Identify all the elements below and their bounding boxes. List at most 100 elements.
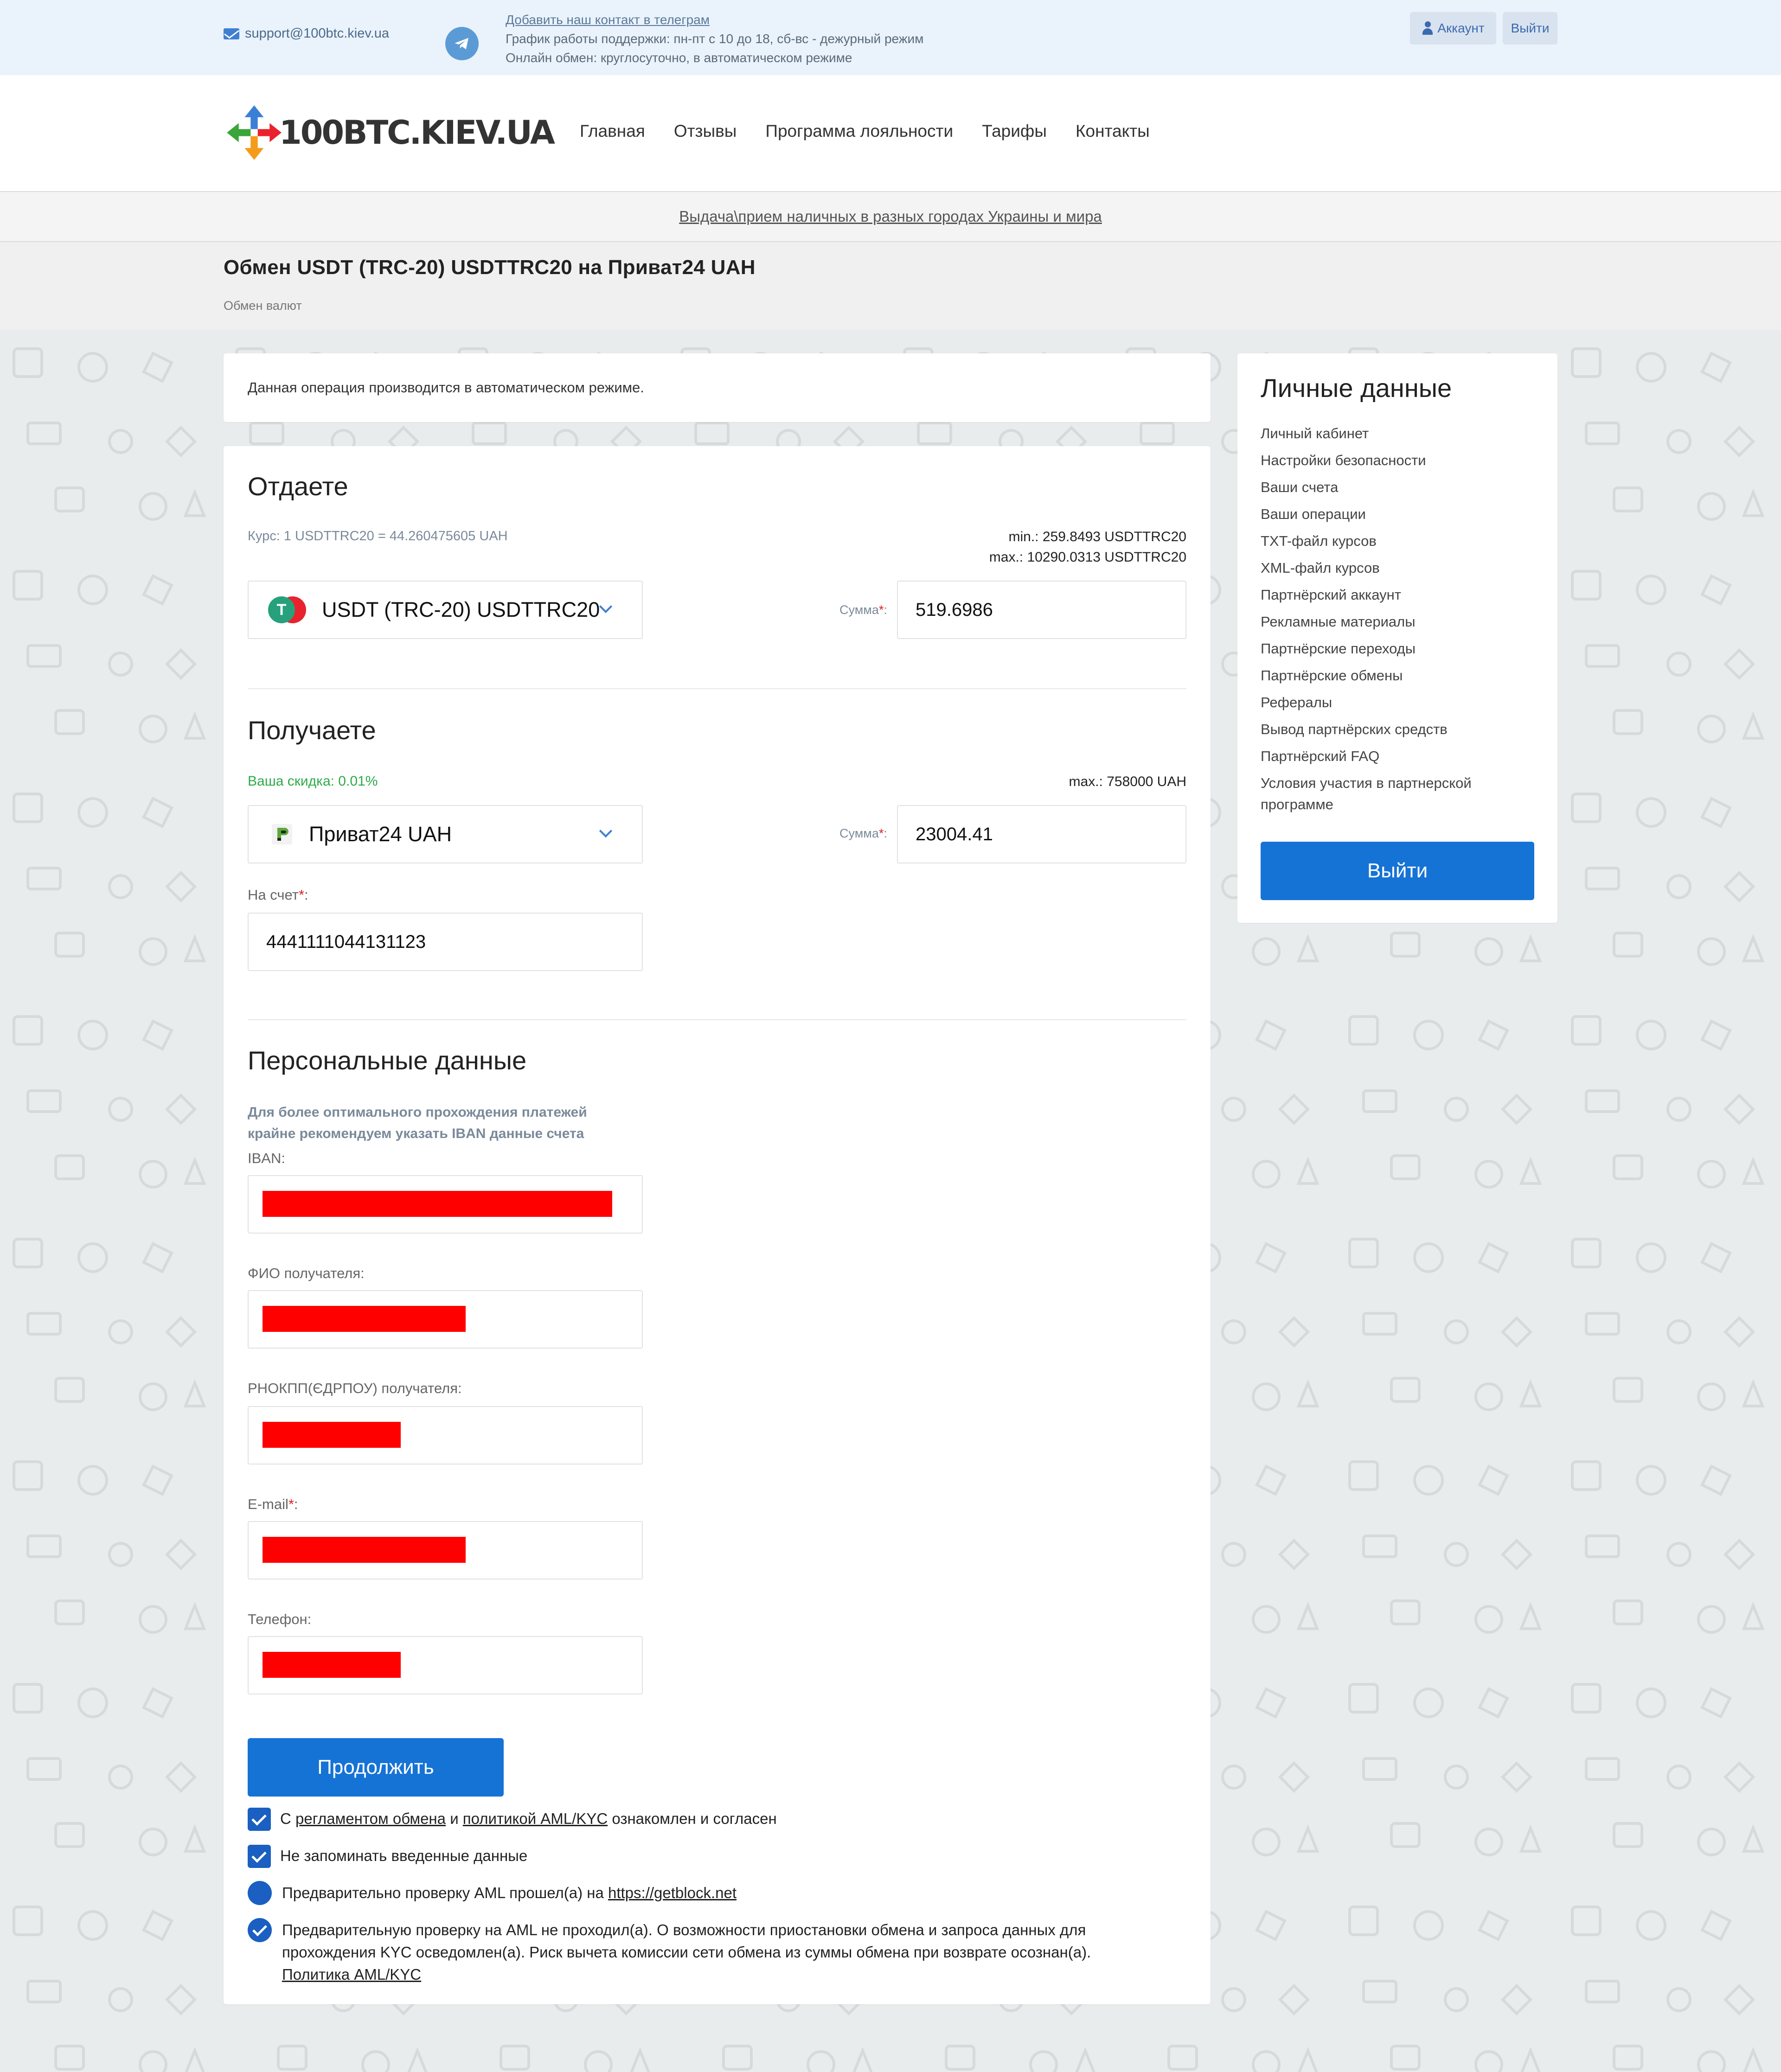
telegram-contact-link[interactable]: Добавить наш контакт в телеграм xyxy=(506,10,923,29)
agree-suffix: ознакомлен и согласен xyxy=(612,1810,777,1827)
redacted-value xyxy=(263,1306,466,1332)
main-nav: Главная Отзывы Программа лояльности Тари… xyxy=(580,122,1150,141)
redacted-value xyxy=(263,1537,466,1563)
email-field[interactable] xyxy=(248,1521,643,1580)
aml-not-passed-row: Предварительную проверку на AML не прохо… xyxy=(248,1918,1189,1986)
iban-input[interactable] xyxy=(248,1175,643,1234)
rules-link[interactable]: регламентом обмена xyxy=(295,1810,446,1827)
radio-icon[interactable] xyxy=(248,1881,272,1905)
nav-item-contacts[interactable]: Контакты xyxy=(1076,122,1150,141)
iban-label: IBAN: xyxy=(248,1150,285,1166)
mail-icon xyxy=(224,28,239,39)
phone-label: Телефон: xyxy=(248,1611,312,1627)
checkbox-icon[interactable] xyxy=(248,1845,271,1868)
sidebar-item-accounts[interactable]: Ваши счета xyxy=(1261,477,1539,498)
personal-sidebar: Личные данные Личный кабинет Настройки б… xyxy=(1237,353,1557,923)
site-logo[interactable]: 100BTC.KIEV.UA xyxy=(224,103,555,162)
fio-input[interactable] xyxy=(248,1290,643,1349)
phone-input[interactable] xyxy=(248,1636,643,1695)
sidebar-item-partner-withdraw[interactable]: Вывод партнёрских средств xyxy=(1261,719,1539,740)
cash-banner-link[interactable]: Выдача\прием наличных в разных городах У… xyxy=(679,208,1102,225)
logo-text: 100BTC.KIEV.UA xyxy=(279,114,555,152)
chevron-down-icon xyxy=(599,600,613,614)
sidebar-logout-label: Выйти xyxy=(1367,859,1428,882)
get-sum-label: Сумма*: xyxy=(839,826,887,840)
get-sum-label-text: Сумма xyxy=(839,826,879,840)
sidebar-item-partner-visits[interactable]: Партнёрские переходы xyxy=(1261,638,1539,659)
sidebar-item-partner-terms[interactable]: Условия участия в партнерской программе xyxy=(1261,773,1539,815)
account-button[interactable]: Аккаунт xyxy=(1410,12,1496,45)
redacted-value xyxy=(263,1191,612,1217)
sidebar-title: Личные данные xyxy=(1261,373,1452,403)
agree-prefix: С xyxy=(280,1810,291,1827)
get-currency-label: Приват24 UAH xyxy=(309,822,452,846)
agree-rules-text: С регламентом обмена и политикой AML/KYC… xyxy=(280,1808,777,1830)
continue-button-label: Продолжить xyxy=(317,1756,434,1778)
email-label: E-mail*: xyxy=(248,1496,298,1512)
breadcrumb[interactable]: Обмен валют xyxy=(224,299,302,313)
sidebar-item-xml-rates[interactable]: XML-файл курсов xyxy=(1261,557,1539,579)
top-logout-button[interactable]: Выйти xyxy=(1503,12,1557,45)
aml-passed-prefix: Предварительно проверку AML прошел(а) на xyxy=(282,1884,604,1901)
section-divider xyxy=(248,688,1186,689)
aml-passed-text: Предварительно проверку AML прошел(а) на… xyxy=(282,1882,737,1904)
give-title: Отдаете xyxy=(248,472,348,501)
personal-title: Персональные данные xyxy=(248,1046,527,1075)
give-sum-label: Сумма*: xyxy=(839,603,887,617)
exchange-form: Отдаете Курс: 1 USDTTRC20 = 44.260475605… xyxy=(224,446,1211,2004)
sidebar-menu: Личный кабинет Настройки безопасности Ва… xyxy=(1261,423,1539,821)
sidebar-item-txt-rates[interactable]: TXT-файл курсов xyxy=(1261,531,1539,552)
give-currency-select[interactable]: T USDT (TRC-20) USDTTRC20 xyxy=(248,581,643,639)
aml-not-passed-line2: прохождения KYC осведомлен(а). Риск выче… xyxy=(282,1944,1091,1961)
aml-policy-link[interactable]: политикой AML/KYC xyxy=(463,1810,608,1827)
nav-item-reviews[interactable]: Отзывы xyxy=(674,122,737,141)
usdt-coin-icon: T xyxy=(268,595,313,625)
sidebar-item-partner-account[interactable]: Партнёрский аккаунт xyxy=(1261,584,1539,606)
aml-kyc-policy-link[interactable]: Политика AML/KYC xyxy=(282,1963,1091,1986)
sidebar-item-promo[interactable]: Рекламные материалы xyxy=(1261,611,1539,633)
sidebar-item-partner-faq[interactable]: Партнёрский FAQ xyxy=(1261,746,1539,767)
checkbox-icon[interactable] xyxy=(248,1808,271,1831)
chevron-down-icon xyxy=(599,824,613,838)
get-sum-input[interactable]: 23004.41 xyxy=(897,805,1186,863)
account-value: 4441111044131123 xyxy=(266,931,426,952)
sidebar-item-security[interactable]: Настройки безопасности xyxy=(1261,450,1539,471)
sidebar-item-partner-exchanges[interactable]: Партнёрские обмены xyxy=(1261,665,1539,686)
sidebar-item-cabinet[interactable]: Личный кабинет xyxy=(1261,423,1539,444)
get-sum-value: 23004.41 xyxy=(916,824,993,844)
give-currency-label: USDT (TRC-20) USDTTRC20 xyxy=(322,598,600,621)
no-remember-text: Не запоминать введенные данные xyxy=(280,1847,528,1864)
telegram-icon[interactable] xyxy=(445,27,479,60)
give-min: min.: 259.8493 USDTTRC20 xyxy=(1008,529,1187,544)
support-email-text[interactable]: support@100btc.kiev.ua xyxy=(245,26,389,41)
continue-button[interactable]: Продолжить xyxy=(248,1738,504,1797)
privat24-icon xyxy=(272,824,292,844)
fio-label: ФИО получателя: xyxy=(248,1265,365,1281)
discount-text: Ваша скидка: 0.01% xyxy=(248,774,378,789)
account-input[interactable]: 4441111044131123 xyxy=(248,913,643,971)
automatic-notice-text: Данная операция производится в автоматич… xyxy=(248,379,644,396)
inn-input[interactable] xyxy=(248,1406,643,1464)
nav-item-tariffs[interactable]: Тарифы xyxy=(982,122,1047,141)
top-bar: support@100btc.kiev.ua Добавить наш конт… xyxy=(0,0,1781,75)
sidebar-item-referrals[interactable]: Рефералы xyxy=(1261,692,1539,713)
give-limits: min.: 259.8493 USDTTRC20 max.: 10290.031… xyxy=(989,527,1186,568)
title-area: Обмен USDT (TRC-20) USDTTRC20 на Приват2… xyxy=(0,242,1781,330)
iban-hint-line2: крайне рекомендуем указать IBAN данные с… xyxy=(248,1126,584,1141)
support-email[interactable]: support@100btc.kiev.ua xyxy=(224,26,389,41)
aml-not-passed-text: Предварительную проверку на AML не прохо… xyxy=(282,1919,1091,1986)
top-logout-label: Выйти xyxy=(1511,21,1550,35)
radio-icon[interactable] xyxy=(248,1918,272,1942)
cash-banner: Выдача\прием наличных в разных городах У… xyxy=(0,191,1781,242)
nav-item-home[interactable]: Главная xyxy=(580,122,645,141)
sidebar-item-operations[interactable]: Ваши операции xyxy=(1261,504,1539,525)
inn-label: РНОКПП(ЄДРПОУ) получателя: xyxy=(248,1380,462,1396)
nav-item-loyalty[interactable]: Программа лояльности xyxy=(765,122,953,141)
get-currency-select[interactable]: Приват24 UAH xyxy=(248,805,643,863)
getblock-link[interactable]: https://getblock.net xyxy=(608,1884,737,1901)
sidebar-logout-button[interactable]: Выйти xyxy=(1261,842,1534,900)
give-max: max.: 10290.0313 USDTTRC20 xyxy=(989,550,1186,565)
aml-passed-row: Предварительно проверку AML прошел(а) на… xyxy=(248,1881,737,1905)
give-sum-input[interactable]: 519.6986 xyxy=(897,581,1186,639)
give-sum-value: 519.6986 xyxy=(916,599,993,620)
